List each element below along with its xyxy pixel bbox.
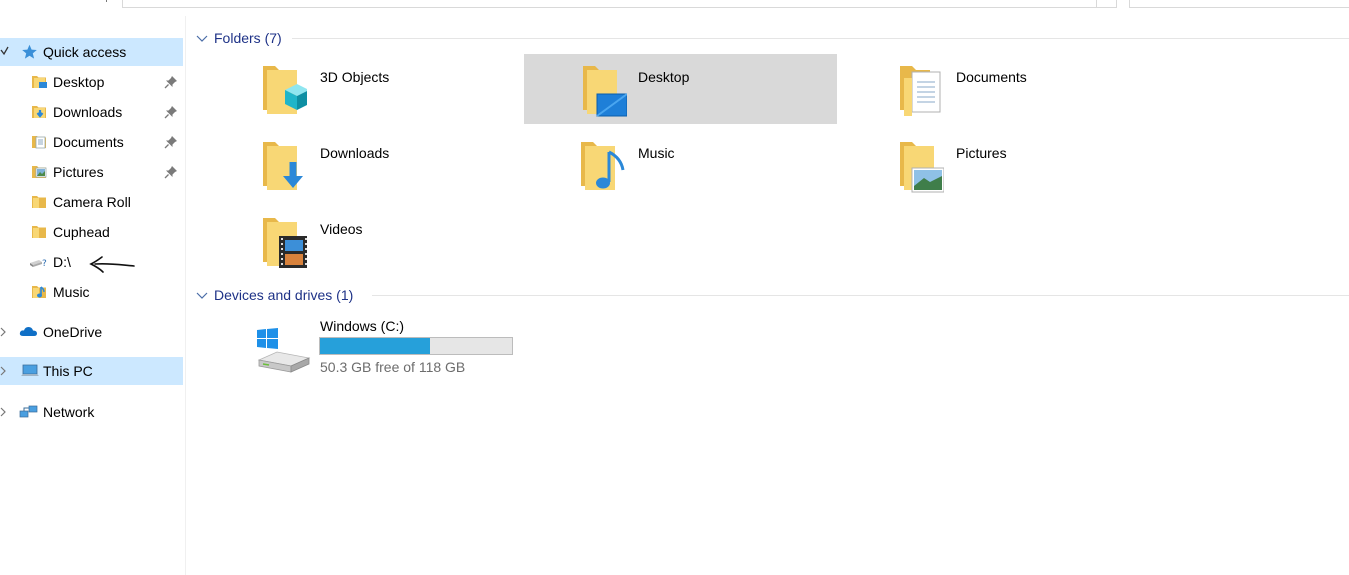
desktop-folder-icon — [31, 74, 48, 90]
pin-icon[interactable] — [164, 105, 178, 119]
nav-item-label: D:\ — [53, 254, 71, 270]
downloads-folder-icon — [31, 104, 48, 120]
pictures-folder-icon — [900, 142, 944, 193]
drive-tile-windows-c[interactable]: Windows (C:) 50.3 GB free of 118 GB — [255, 318, 525, 378]
folder-tile-music[interactable]: Music — [577, 130, 890, 200]
pin-icon[interactable] — [164, 135, 178, 149]
group-divider — [292, 38, 1349, 39]
collapse-chevron-icon[interactable] — [196, 289, 208, 301]
cloud-icon — [19, 324, 37, 340]
music-folder-icon — [31, 284, 48, 300]
nav-item-label: Network — [43, 404, 95, 420]
nav-item-label: OneDrive — [43, 324, 103, 340]
pictures-folder-icon — [31, 164, 48, 180]
nav-item-music[interactable]: Music — [0, 278, 183, 306]
nav-item-downloads[interactable]: Downloads — [0, 98, 183, 126]
drive-icon: ? — [29, 254, 47, 270]
nav-item-network[interactable]: Network — [0, 398, 183, 426]
nav-item-label: Pictures — [53, 164, 104, 180]
nav-item-label: Desktop — [53, 74, 105, 90]
star-icon — [21, 44, 38, 60]
nav-item-pictures[interactable]: Pictures — [0, 158, 183, 186]
nav-item-cuphead[interactable]: Cuphead — [0, 218, 183, 246]
documents-folder-icon — [31, 134, 48, 150]
nav-item-desktop[interactable]: Desktop — [0, 68, 183, 96]
3d-objects-folder-icon — [263, 66, 307, 114]
nav-pane-divider[interactable] — [185, 16, 186, 575]
folder-label: Music — [638, 145, 675, 161]
folder-tile-pictures[interactable]: Pictures — [896, 130, 1209, 200]
group-header-label: Devices and drives (1) — [214, 287, 354, 303]
documents-folder-icon — [900, 66, 941, 116]
svg-text:?: ? — [42, 259, 47, 269]
chevron-right-icon[interactable] — [0, 366, 8, 376]
nav-item-label: Music — [53, 284, 90, 300]
group-header-label: Folders (7) — [214, 30, 282, 46]
folder-tile-videos[interactable]: Videos — [259, 206, 572, 276]
nav-item-documents[interactable]: Documents — [0, 128, 183, 156]
pin-icon[interactable] — [164, 165, 178, 179]
nav-item-label: Quick access — [43, 44, 127, 60]
folder-label: 3D Objects — [320, 69, 390, 85]
folders-group-header[interactable]: Folders (7) — [196, 28, 282, 48]
expanded-chevron-icon[interactable] — [0, 46, 9, 56]
collapse-chevron-icon[interactable] — [196, 32, 208, 44]
search-input[interactable] — [1129, 0, 1349, 8]
drive-usage-fill — [320, 338, 431, 354]
chevron-right-icon[interactable] — [0, 407, 8, 417]
nav-item-label: This PC — [43, 363, 93, 379]
nav-item-this-pc[interactable]: This PC — [0, 357, 183, 385]
music-folder-icon — [581, 142, 625, 190]
nav-item-onedrive[interactable]: OneDrive — [0, 318, 183, 346]
group-divider — [372, 295, 1349, 296]
nav-item-label: Documents — [53, 134, 124, 150]
folder-label: Pictures — [956, 145, 1007, 161]
nav-item-label: Downloads — [53, 104, 123, 120]
drive-name: Windows (C:) — [320, 318, 405, 334]
windows-drive-icon — [257, 328, 311, 373]
address-input[interactable] — [122, 0, 1117, 8]
nav-item-label: Camera Roll — [53, 194, 131, 210]
pin-icon[interactable] — [164, 75, 178, 89]
folder-label: Desktop — [638, 69, 690, 85]
handwritten-arrow-annotation — [89, 256, 135, 273]
folder-label: Documents — [956, 69, 1027, 85]
folder-icon — [31, 194, 48, 210]
desktop-folder-icon — [583, 66, 627, 117]
drive-usage-bar — [319, 337, 513, 355]
folder-icon — [31, 224, 48, 240]
devices-group-header[interactable]: Devices and drives (1) — [196, 285, 353, 305]
folder-label: Videos — [320, 221, 363, 237]
folder-label: Downloads — [320, 145, 390, 161]
folder-tile-downloads[interactable]: Downloads — [259, 130, 572, 200]
videos-folder-icon — [263, 218, 307, 268]
drive-free-space: 50.3 GB free of 118 GB — [320, 359, 466, 375]
nav-item-label: Cuphead — [53, 224, 110, 240]
address-bar-area — [0, 0, 1349, 8]
chevron-right-icon[interactable] — [0, 327, 8, 337]
computer-icon — [20, 363, 39, 379]
downloads-folder-icon — [263, 142, 303, 190]
nav-item-camera-roll[interactable]: Camera Roll — [0, 188, 183, 216]
folder-tile-desktop[interactable]: Desktop — [524, 54, 837, 124]
nav-item-quick-access[interactable]: Quick access — [0, 38, 183, 66]
address-dropdown-button[interactable] — [1096, 0, 1117, 8]
network-icon — [19, 404, 38, 420]
up-arrow-icon[interactable] — [103, 0, 107, 2]
folder-tile-documents[interactable]: Documents — [896, 54, 1209, 124]
